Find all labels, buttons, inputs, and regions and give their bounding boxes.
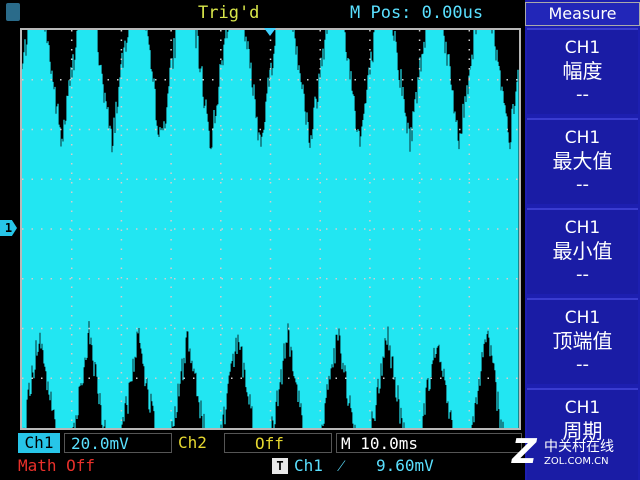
ch1-volts-per-div: 20.0mV [64,433,172,453]
menu-item-top-value[interactable]: CH1 顶端值 -- [527,298,638,384]
menu-item-amplitude[interactable]: CH1 幅度 -- [527,28,638,114]
watermark: Z 中关村在线 ZOL.COM.CN [508,430,640,480]
brand-logo-icon [6,3,20,21]
watermark-url: ZOL.COM.CN [544,456,609,467]
ch1-label[interactable]: Ch1 [18,433,60,453]
menu-item-maximum[interactable]: CH1 最大值 -- [527,118,638,204]
menu-item-channel: CH1 [564,218,601,238]
watermark-logo-icon: Z [512,432,537,472]
bottom-status-bar: Ch1 20.0mV Ch2 Off M 10.0ms Math Off T C… [0,432,525,480]
ch1-ground-marker: 1 [0,220,17,236]
menu-item-value: -- [576,174,589,195]
menu-item-name: 最大值 [552,149,613,173]
trigger-source: Ch1 [294,456,323,475]
menu-item-channel: CH1 [564,398,601,418]
waveform-display [20,28,521,430]
menu-item-channel: CH1 [564,308,601,328]
timebase: M 10.0ms [336,433,522,453]
top-status-bar: Trig'd M Pos: 0.00us [0,0,525,26]
watermark-text: 中关村在线 [544,439,614,455]
measure-menu: Measure CH1 幅度 -- CH1 最大值 -- CH1 最小值 -- … [525,0,640,480]
ch2-volts-per-div: Off [224,433,332,453]
waveform-canvas [22,30,519,428]
menu-item-name: 幅度 [562,59,603,83]
rising-edge-icon: ⁄ [340,456,343,475]
trigger-position-marker-icon [264,28,276,36]
trigger-status: Trig'd [198,3,260,23]
horizontal-position: M Pos: 0.00us [350,3,484,23]
ch2-label[interactable]: Ch2 [178,433,207,453]
menu-item-value: -- [576,354,589,375]
menu-title[interactable]: Measure [525,2,640,26]
trigger-level: 9.60mV [376,456,434,475]
math-status: Math Off [18,456,96,475]
menu-item-value: -- [576,264,589,285]
menu-item-channel: CH1 [564,128,601,148]
menu-item-name: 最小值 [552,239,613,263]
menu-item-channel: CH1 [564,38,601,58]
menu-item-name: 顶端值 [552,329,613,353]
menu-item-value: -- [576,84,589,105]
menu-item-minimum[interactable]: CH1 最小值 -- [527,208,638,294]
trigger-icon: T [272,458,288,474]
